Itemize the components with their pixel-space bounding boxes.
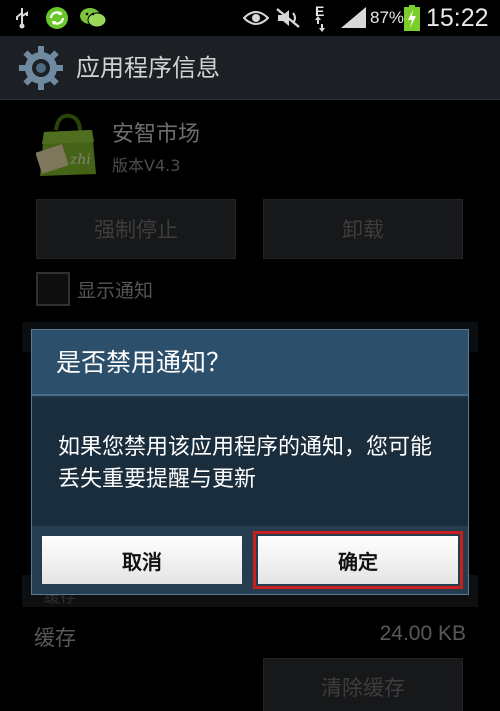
dialog-footer: 取消 确定 [32,526,468,594]
data-arrows-icon [314,14,326,34]
clock: 15:22 [426,4,489,32]
dialog-body: 如果您禁用该应用程序的通知，您可能丢失重要提醒与更新 [32,398,468,526]
confirm-button[interactable]: 确定 [253,531,463,589]
cancel-button[interactable]: 取消 [42,536,242,584]
dialog-message: 如果您禁用该应用程序的通知，您可能丢失重要提醒与更新 [58,435,433,492]
status-bar: E 87% 15:22 [0,0,500,36]
signal-icon [340,0,368,36]
action-bar: 应用程序信息 [0,36,500,100]
dialog-title-bar: 是否禁用通知？ [32,330,468,396]
dialog-title: 是否禁用通知？ [56,348,232,377]
gear-icon[interactable] [18,45,64,91]
disable-notification-dialog: 是否禁用通知？ 如果您禁用该应用程序的通知，您可能丢失重要提醒与更新 取消 确定 [31,329,469,595]
wechat-icon [78,0,108,36]
sync-icon [44,0,70,36]
battery-percent: 87% [370,8,405,27]
page-title: 应用程序信息 [76,54,220,82]
mute-icon [273,0,303,36]
battery-charging-icon [403,0,421,36]
eye-icon [243,0,269,36]
usb-icon [10,0,34,36]
